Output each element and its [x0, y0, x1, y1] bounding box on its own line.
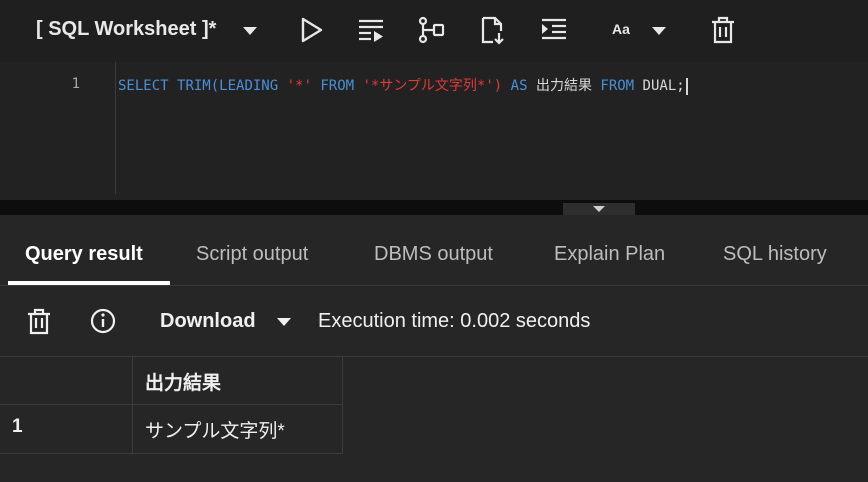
output-tabs: Query result Script output DBMS output E… [0, 215, 868, 286]
pane-splitter[interactable] [0, 200, 868, 215]
sql-token-plain [502, 78, 510, 94]
sql-token-keyword: SELECT [118, 78, 169, 94]
explain-plan-icon[interactable] [415, 14, 447, 46]
font-size-icon[interactable]: Aa [612, 21, 630, 37]
sql-editor[interactable]: 1 SELECT TRIM(LEADING '*' FROM '*サンプル文字列… [0, 62, 868, 200]
run-script-icon[interactable] [355, 14, 387, 46]
download-chevron-down-icon[interactable] [277, 318, 291, 326]
column-header[interactable]: 出力結果 [133, 357, 343, 405]
result-grid: 出力結果 1 サンプル文字列* [0, 357, 868, 482]
result-toolbar: Download Execution time: 0.002 seconds [0, 286, 868, 357]
run-icon[interactable] [296, 14, 328, 46]
active-tab-indicator [8, 281, 170, 285]
sql-token-string: '*サンプル文字列*') [362, 78, 503, 94]
delete-results-icon[interactable] [25, 307, 53, 335]
download-button[interactable]: Download [160, 310, 256, 333]
sql-token-keyword: AS [510, 78, 528, 94]
sql-token-plain: 出力結果 [527, 78, 601, 94]
font-size-chevron-down-icon[interactable] [652, 27, 666, 35]
execution-time: Execution time: 0.002 seconds [318, 310, 591, 332]
sql-code-line[interactable]: SELECT TRIM(LEADING '*' FROM '*サンプル文字列*'… [118, 75, 688, 95]
row-number-cell: 1 [0, 405, 133, 454]
tab-sql-history[interactable]: SQL history [723, 243, 827, 266]
worksheet-menu-chevron-down-icon[interactable] [243, 27, 257, 35]
format-icon[interactable] [538, 14, 570, 46]
grid-corner-cell [0, 357, 133, 405]
info-icon[interactable] [89, 307, 117, 335]
worksheet-title[interactable]: [ SQL Worksheet ]* [36, 18, 216, 41]
splitter-handle[interactable] [563, 203, 635, 215]
tab-dbms-output[interactable]: DBMS output [374, 243, 493, 266]
sql-token-keyword: FROM [320, 78, 355, 94]
gutter-divider [115, 62, 116, 194]
tab-script-output[interactable]: Script output [196, 243, 308, 266]
autotrace-icon[interactable] [476, 14, 508, 46]
collapse-chevron-down-icon[interactable] [593, 206, 605, 212]
tab-explain-plan[interactable]: Explain Plan [554, 243, 665, 266]
tab-query-result[interactable]: Query result [25, 243, 143, 266]
sql-token-string: '*' [286, 78, 312, 94]
sql-token-plain [354, 78, 362, 94]
sql-token-keyword: FROM [600, 78, 635, 94]
sql-token-plain [169, 78, 177, 94]
table-cell[interactable]: サンプル文字列* [133, 405, 343, 454]
sql-token-keyword: TRIM(LEADING [177, 78, 279, 94]
worksheet-toolbar: [ SQL Worksheet ]* Aa [0, 0, 868, 62]
line-number: 1 [71, 76, 80, 92]
sql-token-plain [278, 78, 286, 94]
sql-token-plain: DUAL; [634, 78, 685, 94]
clear-icon[interactable] [707, 14, 739, 46]
text-cursor [685, 77, 688, 95]
